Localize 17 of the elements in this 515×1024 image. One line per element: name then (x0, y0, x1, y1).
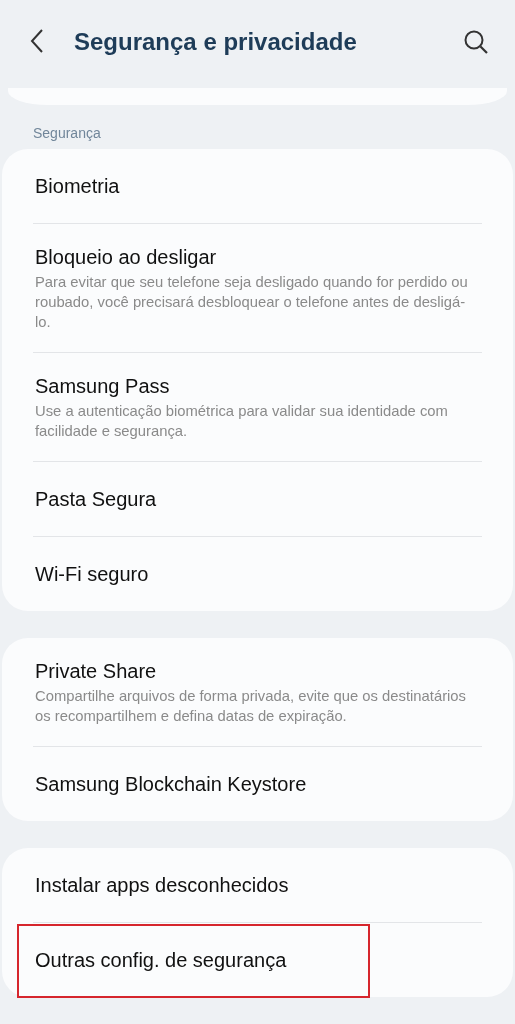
section-label: Segurança (32, 124, 102, 143)
setting-title[interactable]: Pasta Segura (35, 486, 482, 512)
setting-summary: Para evitar que seu telefone seja desligado quando for perdido ou roubado, você precisará desbloquear o telefone antes de desligá-lo. (35, 273, 469, 332)
setting-title[interactable]: Samsung Blockchain Keystore (35, 771, 482, 797)
setting-title[interactable]: Biometria (35, 173, 482, 199)
setting-title[interactable]: Bloqueio ao desligar (35, 244, 482, 270)
setting-summary: Compartilhe arquivos de forma privada, evite que os destinatários os recompartilhem e defina datas de expiração. (35, 687, 467, 726)
setting-summary: Use a autenticação biométrica para validar sua identidade com facilidade e segurança. (35, 402, 449, 441)
page-title: Segurança e privacidade (74, 28, 358, 56)
setting-title[interactable]: Wi-Fi seguro (35, 561, 482, 587)
search-button[interactable] (463, 29, 489, 55)
setting-title[interactable]: Private Share (35, 658, 482, 684)
setting-title[interactable]: Samsung Pass (35, 373, 482, 399)
back-icon (30, 28, 44, 54)
setting-title[interactable]: Outras config. de segurança (35, 947, 482, 973)
search-icon (463, 29, 489, 55)
setting-title[interactable]: Instalar apps desconhecidos (35, 872, 482, 898)
